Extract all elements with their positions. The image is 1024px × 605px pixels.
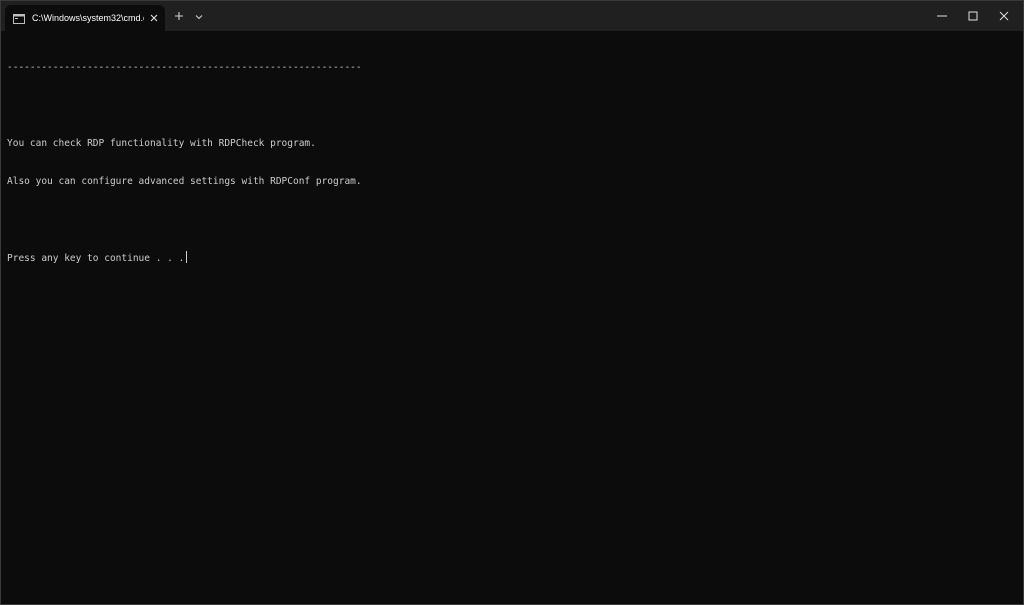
terminal-window: C:\Windows\system32\cmd.exe xyxy=(0,0,1024,605)
chevron-down-icon[interactable] xyxy=(193,10,205,22)
plus-icon[interactable] xyxy=(172,9,186,23)
console-prompt: Press any key to continue . . . xyxy=(7,253,185,265)
console-line: ----------------------------------------… xyxy=(7,62,362,74)
close-button[interactable] xyxy=(986,1,1022,31)
title-bar[interactable]: C:\Windows\system32\cmd.exe xyxy=(1,1,1023,31)
console-output[interactable]: ----------------------------------------… xyxy=(7,37,1007,597)
maximize-icon xyxy=(968,11,978,21)
tab-cmd[interactable]: C:\Windows\system32\cmd.exe xyxy=(5,5,165,31)
tab-close-icon[interactable] xyxy=(147,11,161,25)
close-icon xyxy=(999,11,1009,21)
console-line: Also you can configure advanced settings… xyxy=(7,175,362,187)
tab-title: C:\Windows\system32\cmd.exe xyxy=(32,13,144,23)
console-line: You can check RDP functionality with RDP… xyxy=(7,137,316,149)
minimize-icon xyxy=(937,15,947,17)
console-prompt-line: Press any key to continue . . . xyxy=(7,251,1007,264)
terminal-icon xyxy=(13,12,25,24)
text-cursor xyxy=(186,251,188,264)
